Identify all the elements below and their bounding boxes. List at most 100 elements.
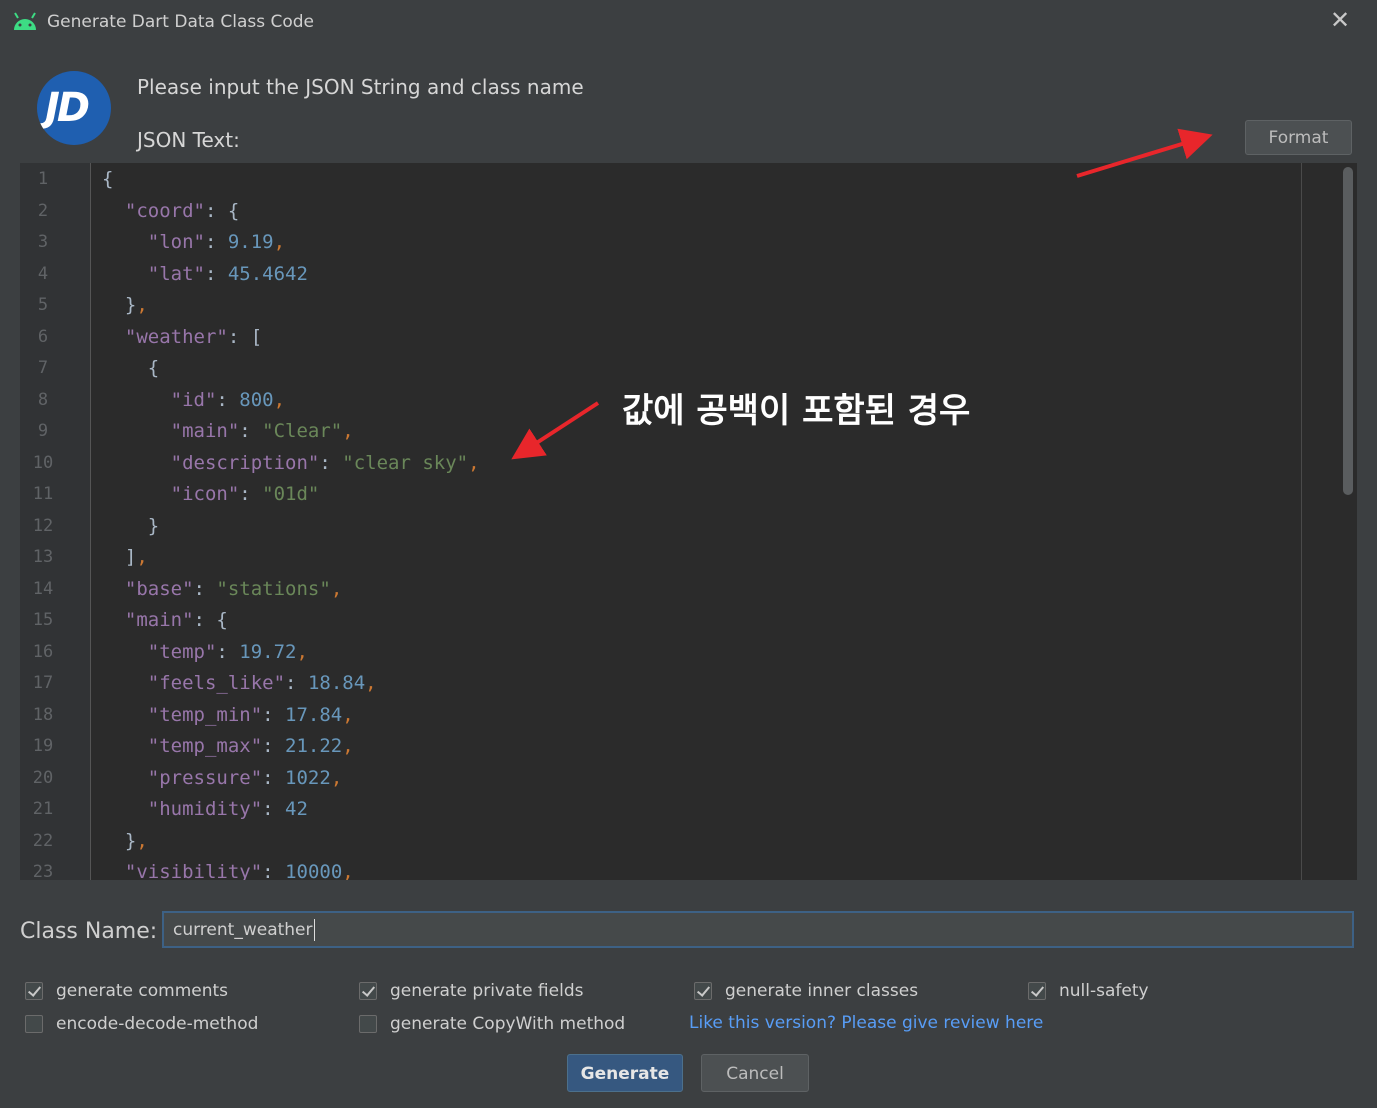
- line-number: 9: [37, 421, 49, 441]
- code-text: "id": 800,: [170, 388, 286, 411]
- code-text: "pressure": 1022,: [147, 766, 343, 789]
- code-text: {: [102, 168, 114, 190]
- text-caret: [313, 919, 315, 941]
- checkbox-label: encode-decode-method: [56, 1014, 259, 1034]
- line-number: 15: [32, 610, 54, 630]
- line-number: 7: [37, 358, 49, 378]
- checkbox-label: generate comments: [56, 981, 229, 1001]
- generate-inner-classes-checkbox[interactable]: generate inner classes: [694, 979, 918, 1003]
- encode-decode-method-checkbox[interactable]: encode-decode-method: [25, 1012, 258, 1036]
- code-line: 1{: [20, 164, 1320, 195]
- cancel-button[interactable]: Cancel: [701, 1054, 809, 1092]
- code-text: ],: [102, 546, 148, 568]
- close-icon[interactable]: ✕: [1327, 7, 1353, 33]
- line-number: 8: [37, 389, 49, 410]
- checkbox-box[interactable]: [25, 1015, 43, 1033]
- code-text: "lon": 9.19,: [147, 231, 286, 253]
- generate-private-fields-checkbox[interactable]: generate private fields: [359, 979, 583, 1003]
- code-line: 4 "lat": 45.4642: [20, 259, 1320, 290]
- line-number: 23: [32, 862, 54, 880]
- code-text: "icon": "01d": [170, 483, 320, 505]
- code-text: "main": "Clear",: [170, 420, 354, 442]
- window-title: Generate Dart Data Class Code: [47, 12, 315, 32]
- line-number: 4: [37, 263, 49, 284]
- line-number: 5: [37, 295, 49, 315]
- logo-text: JD: [45, 85, 90, 131]
- code-text: },: [102, 829, 148, 852]
- null-safety-checkbox[interactable]: null-safety: [1028, 979, 1149, 1003]
- checkbox-label: generate CopyWith method: [390, 1014, 626, 1034]
- checkbox-label: generate inner classes: [725, 981, 919, 1001]
- code-line: 21 "humidity": 42: [20, 794, 1320, 825]
- line-number: 18: [32, 704, 54, 725]
- checkbox-label: null-safety: [1059, 981, 1149, 1001]
- code-text: "visibility": 10000,: [124, 861, 354, 880]
- code-text: },: [102, 294, 148, 316]
- line-number: 20: [32, 767, 54, 788]
- code-line: 11 "icon": "01d": [20, 479, 1320, 510]
- generate-button[interactable]: Generate: [567, 1054, 683, 1092]
- code-line: 22 },: [20, 826, 1320, 857]
- line-number: 19: [32, 736, 54, 756]
- line-number: 22: [32, 830, 54, 851]
- code-line: 15 "main": {: [20, 605, 1320, 636]
- code-line: 18 "temp_min": 17.84,: [20, 700, 1320, 731]
- checkbox-box[interactable]: [359, 1015, 377, 1033]
- title-bar: Generate Dart Data Class Code ✕: [0, 0, 1377, 46]
- jd-logo: JD: [37, 71, 111, 145]
- line-number: 12: [32, 515, 54, 536]
- class-name-label: Class Name:: [20, 919, 158, 944]
- editor-scrollbar[interactable]: [1343, 167, 1353, 495]
- prompt-text: Please input the JSON String and class n…: [137, 75, 584, 99]
- class-name-value: current_weather: [173, 920, 313, 940]
- code-line: 17 "feels_like": 18.84,: [20, 668, 1320, 699]
- generate-copywith-checkbox[interactable]: generate CopyWith method: [359, 1012, 625, 1036]
- android-icon: [14, 12, 36, 30]
- code-line: 5 },: [20, 290, 1320, 321]
- json-editor[interactable]: 1{2 "coord": {3 "lon": 9.19, 4 "lat": 45.…: [20, 163, 1357, 880]
- code-text: "description": "clear sky",: [170, 451, 480, 474]
- line-number: 13: [32, 547, 54, 567]
- checkbox-label: generate private fields: [390, 981, 584, 1001]
- code-text: "coord": {: [124, 199, 240, 222]
- line-number: 10: [32, 452, 54, 473]
- checkbox-box[interactable]: [25, 982, 43, 1000]
- line-number: 21: [32, 799, 54, 819]
- review-link[interactable]: Like this version? Please give review he…: [689, 1013, 1043, 1033]
- code-text: }: [102, 514, 160, 537]
- code-line: 20 "pressure": 1022,: [20, 763, 1320, 794]
- code-text: "temp_min": 17.84,: [147, 703, 354, 726]
- line-number: 1: [37, 169, 49, 189]
- code-text: "humidity": 42: [147, 798, 308, 820]
- line-number: 2: [37, 200, 49, 221]
- code-text: "temp": 19.72,: [147, 640, 308, 663]
- checkbox-box[interactable]: [359, 982, 377, 1000]
- checkbox-box[interactable]: [694, 982, 712, 1000]
- code-line: 14 "base": "stations",: [20, 574, 1320, 605]
- generate-comments-checkbox[interactable]: generate comments: [25, 979, 228, 1003]
- code-text: "base": "stations",: [124, 577, 343, 600]
- line-number: 16: [32, 641, 54, 662]
- format-button[interactable]: Format: [1245, 120, 1352, 155]
- code-text: "main": {: [124, 609, 228, 631]
- code-text: "weather": [: [124, 325, 263, 348]
- annotation-text: 값에 공백이 포함된 경우: [622, 391, 971, 431]
- line-number: 3: [37, 232, 49, 252]
- code-line: 10 "description": "clear sky",: [20, 448, 1320, 479]
- code-line: 6 "weather": [: [20, 322, 1320, 353]
- code-text: {: [102, 357, 160, 379]
- code-line: 7 {: [20, 353, 1320, 384]
- line-number: 17: [32, 673, 54, 693]
- code-line: 23 "visibility": 10000,: [20, 857, 1320, 880]
- line-number: 11: [32, 484, 54, 504]
- class-name-input[interactable]: current_weather: [162, 911, 1354, 948]
- checkbox-box[interactable]: [1028, 982, 1046, 1000]
- code-line: 16 "temp": 19.72,: [20, 637, 1320, 668]
- code-line: 3 "lon": 9.19,: [20, 227, 1320, 258]
- line-number: 14: [32, 578, 54, 599]
- code-line: 2 "coord": {: [20, 196, 1320, 227]
- code-line: 19 "temp_max": 21.22,: [20, 731, 1320, 762]
- code-line: 12 }: [20, 511, 1320, 542]
- code-text: "lat": 45.4642: [147, 262, 308, 285]
- json-text-label: JSON Text:: [137, 128, 240, 152]
